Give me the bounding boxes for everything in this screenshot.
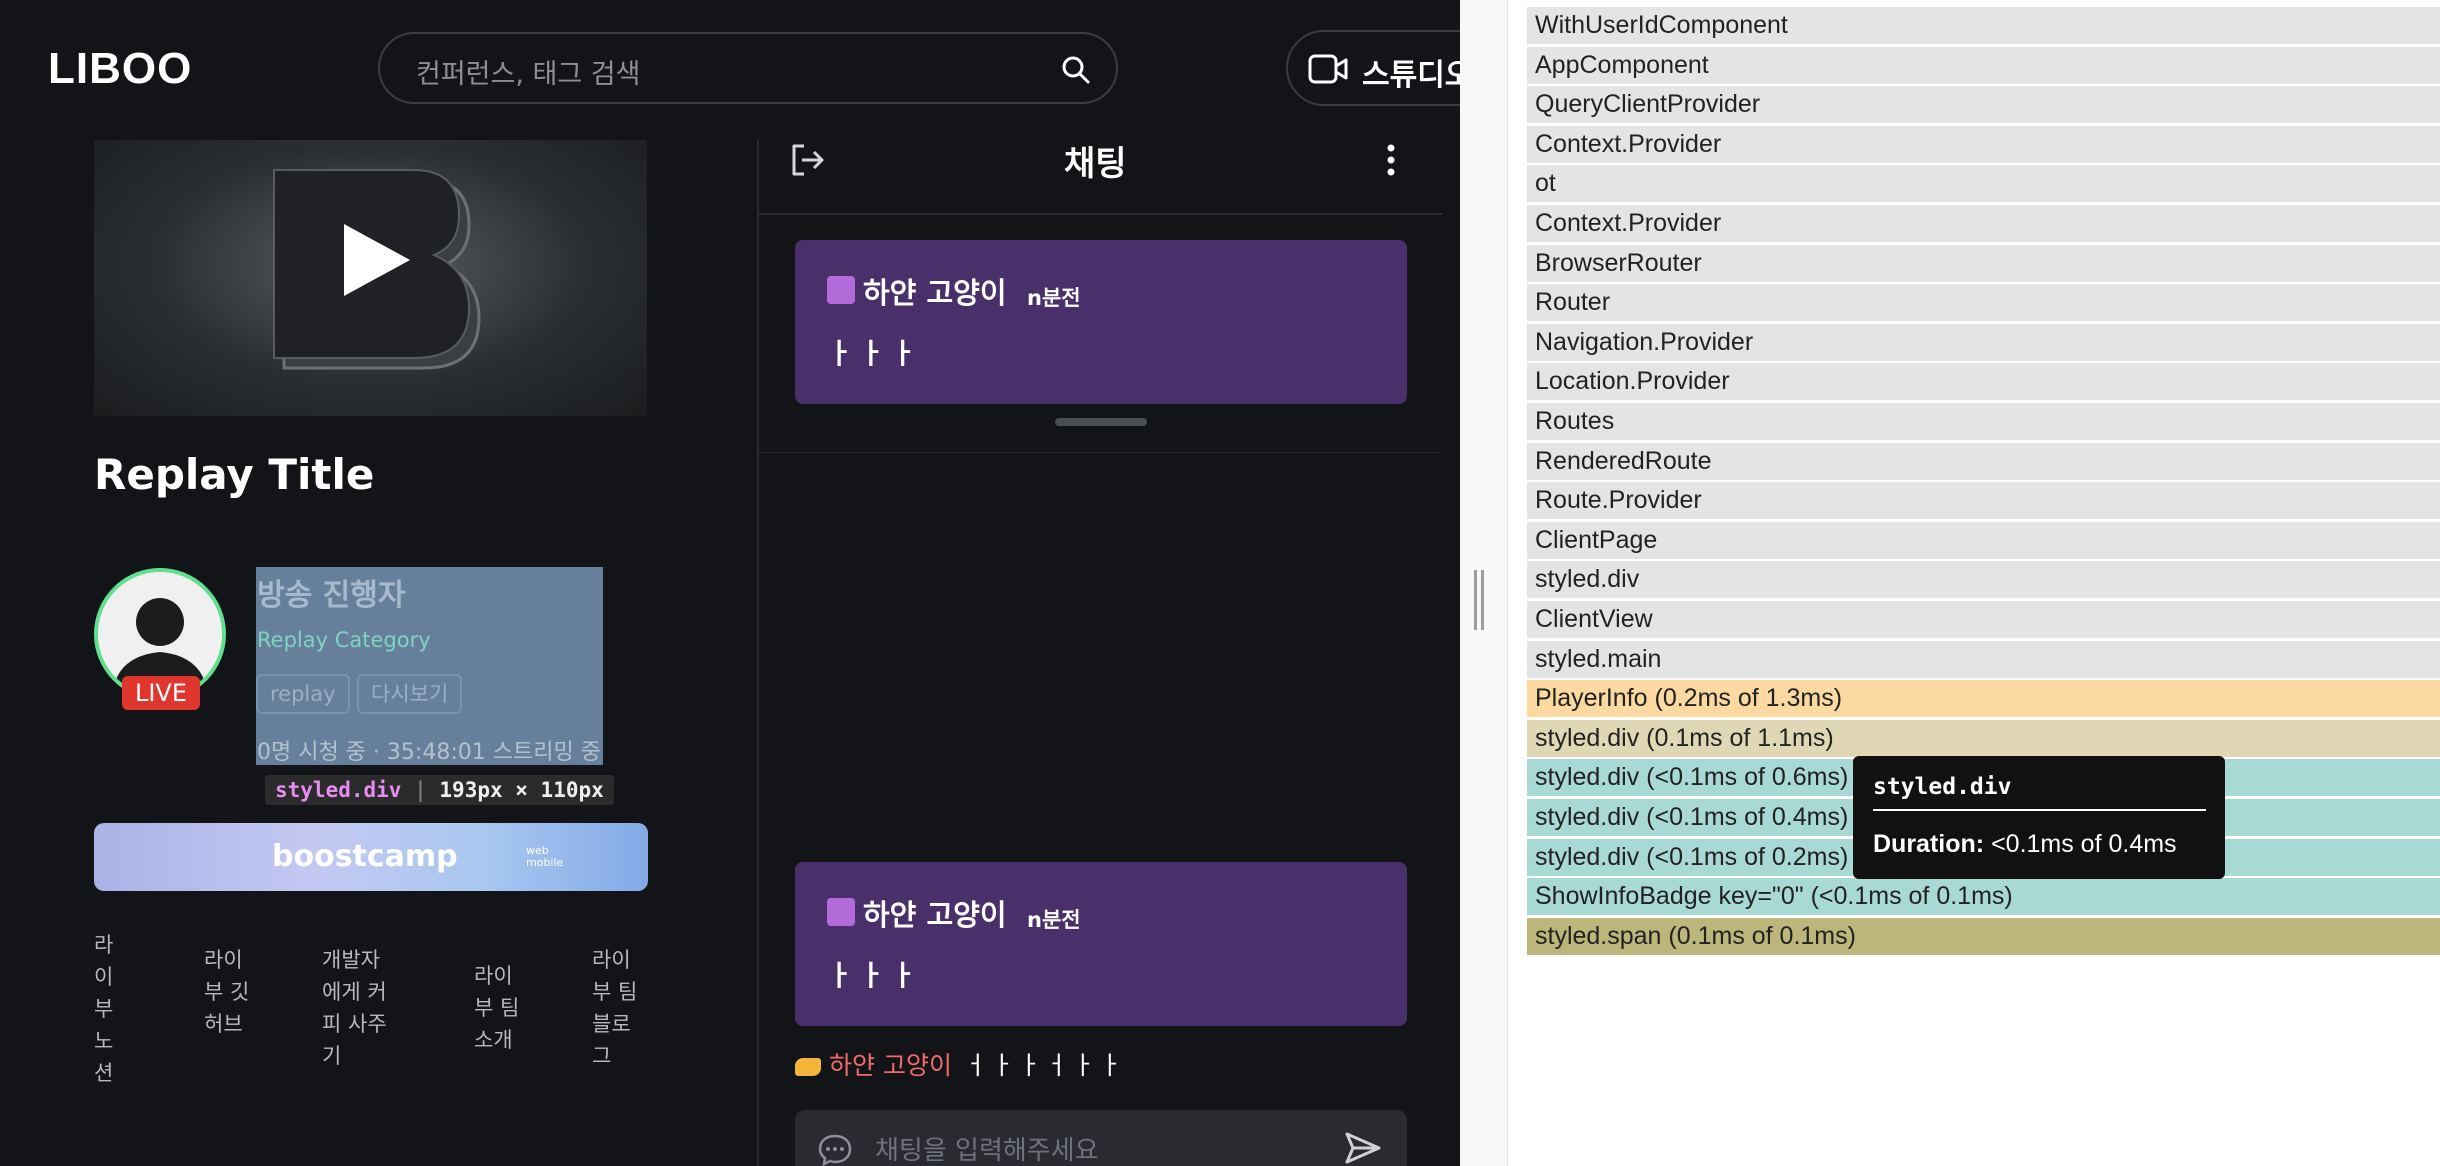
more-vertical-icon[interactable] — [1386, 142, 1396, 178]
flamegraph-row[interactable]: Route.Provider — [1527, 482, 2440, 519]
heart-icon — [827, 898, 855, 926]
studio-button[interactable]: 스튜디오 — [1286, 30, 1460, 106]
notice-username: 하얀 고양이 — [863, 276, 1007, 310]
footer-link-team[interactable]: 라이부 팀 소개 — [474, 960, 530, 1056]
flamegraph-row[interactable]: Routes — [1527, 403, 2440, 440]
flamegraph-row[interactable]: ClientView — [1527, 601, 2440, 638]
chat-username[interactable]: 하얀 고양이 — [829, 1051, 952, 1080]
react-devtools-profiler: WithUserIdComponent AppComponent QueryClie… — [1460, 0, 2440, 1166]
tooltip-duration-value: <0.1ms of 0.4ms — [1991, 830, 2177, 858]
inspect-separator: | — [414, 778, 427, 802]
tooltip-component-name: styled.div — [1873, 774, 2012, 800]
send-icon[interactable] — [1343, 1128, 1383, 1166]
flamegraph-row[interactable]: ot — [1527, 165, 2440, 202]
video-thumbnail[interactable] — [94, 140, 647, 416]
notice-time: n분전 — [1027, 908, 1081, 932]
inspect-label: styled.div | 193px × 110px — [265, 775, 614, 805]
flamegraph-row[interactable]: RenderedRoute — [1527, 443, 2440, 480]
flamegraph-row[interactable]: PlayerInfo (0.2ms of 1.3ms) — [1527, 680, 2440, 717]
flamegraph-row[interactable]: Router — [1527, 284, 2440, 321]
replay-category: Replay Category — [257, 628, 431, 652]
search-bar[interactable]: 컨퍼런스, 태그 검색 — [378, 32, 1118, 104]
notice-message: 하얀 고양이 n분전 ㅏㅏㅏ — [795, 862, 1407, 1026]
flamegraph-row[interactable]: ClientPage — [1527, 522, 2440, 559]
resize-handle[interactable] — [1474, 570, 1484, 630]
flamegraph-row[interactable]: Location.Provider — [1527, 363, 2440, 400]
flamegraph-row[interactable]: styled.main — [1527, 641, 2440, 678]
footer-link-coffee[interactable]: 개발자에게 커피 사주기 — [322, 944, 398, 1072]
footer-link-notion[interactable]: 라이부노션 — [94, 929, 124, 1089]
flamegraph-row[interactable]: AppComponent — [1527, 47, 2440, 84]
app-pane: LIBOO 컨퍼런스, 태그 검색 스튜디오 Replay Title LIVE… — [0, 0, 1460, 1166]
viewer-status: 0명 시청 중 · 35:48:01 스트리밍 중 — [257, 740, 601, 765]
search-icon[interactable] — [1060, 54, 1092, 86]
tooltip-divider — [1873, 809, 2206, 811]
flamegraph-tooltip: styled.div Duration: <0.1ms of 0.4ms — [1853, 756, 2225, 879]
drag-handle[interactable] — [1055, 418, 1147, 426]
chat-bubble-icon — [818, 1134, 852, 1166]
inspect-component-name: styled.div — [275, 778, 402, 802]
chat-message: 하얀 고양이 ㅓㅏㅏㅓㅏㅏ — [795, 1046, 1126, 1082]
banner-text: boostcamp — [272, 839, 458, 874]
tag-badge: 다시보기 — [357, 674, 463, 714]
notice-text: ㅏㅏㅏ — [827, 959, 923, 992]
footer-link-blog[interactable]: 라이부 팀 블로그 — [592, 944, 648, 1072]
devtools-side-strip — [1460, 0, 1508, 1166]
liboo-logo[interactable]: LIBOO — [48, 44, 192, 94]
notice-time: n분전 — [1027, 286, 1081, 310]
chat-divider — [757, 140, 759, 1166]
chat-header-divider — [759, 213, 1442, 215]
notice-text: ㅏㅏㅏ — [827, 337, 923, 370]
footer-link-github[interactable]: 라이부 깃허브 — [204, 944, 260, 1040]
tag-badge: replay — [256, 674, 350, 714]
studio-label: 스튜디오 — [1362, 58, 1460, 93]
banner-mobile: mobile — [526, 856, 564, 869]
notice-message: 하얀 고양이 n분전 ㅏㅏㅏ — [795, 240, 1407, 404]
search-input[interactable]: 컨퍼런스, 태그 검색 — [416, 52, 640, 91]
inspect-dimensions: 193px × 110px — [439, 778, 604, 802]
notice-username: 하얀 고양이 — [863, 898, 1007, 932]
live-badge: LIVE — [122, 676, 200, 710]
heart-icon — [827, 276, 855, 304]
flamegraph-row[interactable]: Navigation.Provider — [1527, 324, 2440, 361]
flamegraph-row[interactable]: WithUserIdComponent — [1527, 7, 2440, 44]
banner-subtext: web mobile — [526, 845, 563, 869]
host-name: 방송 진행자 — [257, 578, 406, 613]
replay-title: Replay Title — [94, 450, 375, 499]
flamegraph-row[interactable]: ShowInfoBadge key="0" (<0.1ms of 0.1ms) — [1527, 878, 2440, 915]
cheese-icon — [795, 1058, 821, 1076]
flamegraph-row[interactable]: styled.span (0.1ms of 0.1ms) — [1527, 918, 2440, 955]
flamegraph-row[interactable]: styled.div (0.1ms of 1.1ms) — [1527, 720, 2440, 757]
flamegraph-row[interactable]: styled.div — [1527, 561, 2440, 598]
exit-icon[interactable] — [788, 140, 828, 180]
boostcamp-logo-image — [273, 169, 481, 370]
chat-title: 채팅 — [1064, 144, 1127, 184]
flamegraph-row[interactable]: Context.Provider — [1527, 205, 2440, 242]
flamegraph-row[interactable]: QueryClientProvider — [1527, 86, 2440, 123]
video-camera-icon — [1308, 54, 1348, 84]
flamegraph-row[interactable]: BrowserRouter — [1527, 245, 2440, 282]
flamegraph-row[interactable]: Context.Provider — [1527, 126, 2440, 163]
chat-notice-divider — [759, 452, 1442, 453]
chat-input-field[interactable]: 채팅을 입력해주세요 — [875, 1130, 1099, 1166]
chat-input-box[interactable]: 채팅을 입력해주세요 — [795, 1110, 1407, 1166]
boostcamp-banner[interactable]: boostcamp web mobile — [94, 823, 648, 891]
tooltip-duration-label: Duration: — [1873, 830, 1985, 858]
tooltip-duration: Duration: <0.1ms of 0.4ms — [1873, 830, 2177, 859]
chat-text: ㅓㅏㅏㅓㅏㅏ — [963, 1051, 1126, 1080]
